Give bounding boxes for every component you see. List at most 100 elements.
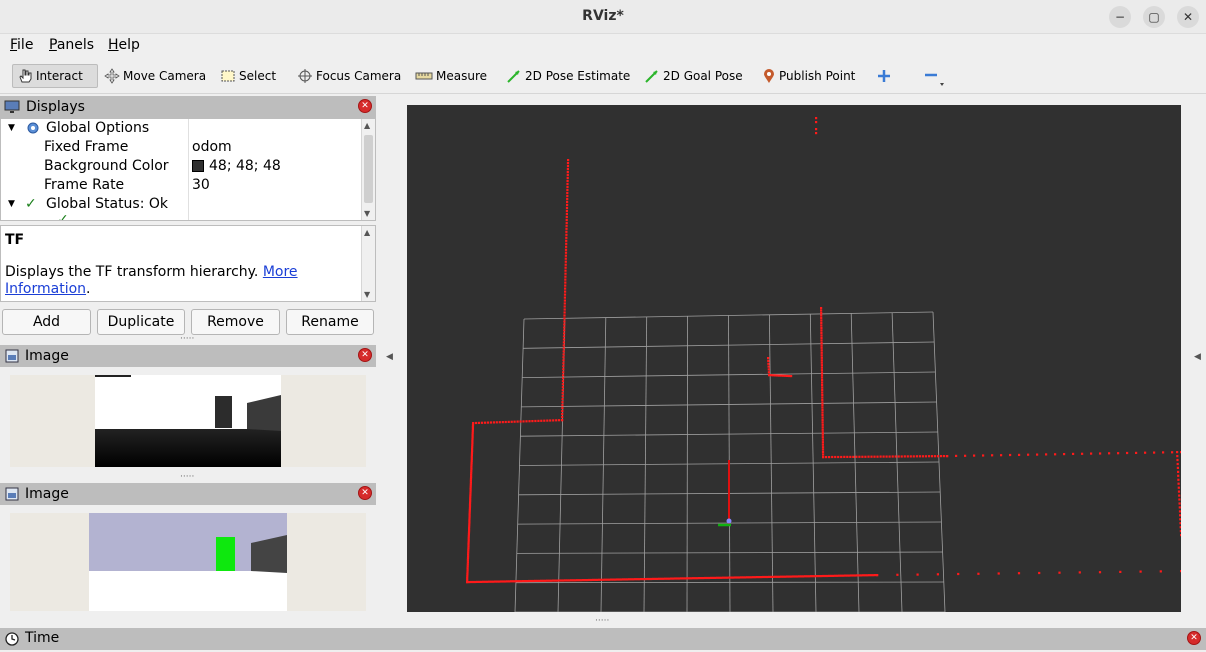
- scan-point: [870, 574, 873, 577]
- crosshair-icon: [298, 69, 312, 83]
- scan-point: [870, 455, 873, 458]
- duplicate-display-button[interactable]: Duplicate: [97, 309, 185, 335]
- scan-point: [565, 245, 568, 248]
- window-titlebar[interactable]: RViz* − ▢ ✕: [0, 0, 1206, 34]
- maximize-button[interactable]: ▢: [1143, 6, 1165, 28]
- tree-scrollbar[interactable]: ▲ ▼: [361, 119, 375, 220]
- splitter-handle[interactable]: ·····: [595, 616, 609, 626]
- scan-point: [466, 563, 469, 566]
- scan-point: [760, 576, 763, 579]
- description-scrollbar[interactable]: ▲ ▼: [361, 226, 375, 301]
- background-color-value[interactable]: 48; 48; 48: [192, 158, 281, 174]
- tree-row-frame-rate[interactable]: Frame Rate 30: [1, 176, 363, 195]
- measure-tool-button[interactable]: Measure: [411, 64, 491, 88]
- menu-panels[interactable]: Panels: [49, 37, 94, 53]
- select-tool-button[interactable]: Select: [216, 64, 280, 88]
- close-panel-icon[interactable]: ✕: [358, 486, 372, 500]
- remove-tool-button[interactable]: [918, 64, 950, 88]
- background-color-label: Background Color: [44, 158, 169, 174]
- scan-point: [724, 576, 727, 579]
- image-panel-1-header[interactable]: Image ✕: [0, 345, 376, 367]
- interact-tool-button[interactable]: Interact: [12, 64, 98, 88]
- close-panel-icon[interactable]: ✕: [1187, 631, 1201, 645]
- scan-point: [566, 173, 569, 177]
- tree-row-background-color[interactable]: Background Color 48; 48; 48: [1, 157, 363, 176]
- image-view-2[interactable]: [10, 513, 366, 611]
- more-information-link-part2[interactable]: Information: [5, 281, 86, 297]
- menu-file[interactable]: File: [10, 37, 33, 53]
- scan-point: [1027, 453, 1030, 456]
- scan-point: [1081, 452, 1084, 455]
- goal-pose-tool-button[interactable]: 2D Goal Pose: [640, 64, 747, 88]
- scan-point: [572, 579, 575, 582]
- scan-point: [767, 357, 770, 360]
- scan-point: [821, 411, 824, 414]
- scan-point: [471, 426, 474, 429]
- menu-help[interactable]: Help: [108, 37, 140, 53]
- time-panel-header[interactable]: Time ✕: [0, 628, 1206, 650]
- tree-row-global-status[interactable]: ▼ ✓ Global Status: Ok: [1, 195, 363, 214]
- splitter-handle[interactable]: ·····: [180, 334, 194, 344]
- scan-point: [543, 419, 546, 422]
- frame-rate-value[interactable]: 30: [192, 177, 210, 193]
- scan-point: [468, 525, 471, 528]
- publish-point-tool-button[interactable]: Publish Point: [758, 64, 859, 88]
- remove-display-button[interactable]: Remove: [191, 309, 280, 335]
- splitter-handle[interactable]: ·····: [180, 472, 194, 482]
- global-options-label: Global Options: [46, 120, 150, 136]
- scan-point: [820, 376, 824, 379]
- minimize-button[interactable]: −: [1109, 6, 1131, 28]
- scroll-down-icon[interactable]: ▼: [364, 209, 370, 218]
- scan-point: [1176, 451, 1179, 454]
- close-window-button[interactable]: ✕: [1177, 6, 1199, 28]
- scan-point: [565, 227, 568, 230]
- scan-point: [821, 413, 824, 416]
- scroll-thumb[interactable]: [364, 135, 373, 203]
- camera-image: [89, 513, 287, 611]
- expand-arrow-icon[interactable]: ▼: [8, 199, 15, 209]
- scan-point: [716, 576, 719, 579]
- scroll-up-icon[interactable]: ▲: [364, 121, 370, 130]
- scan-point: [540, 579, 543, 582]
- more-information-link-part1[interactable]: More: [263, 264, 298, 280]
- rename-display-button[interactable]: Rename: [286, 309, 374, 335]
- scan-point: [565, 242, 568, 245]
- scan-point: [873, 455, 876, 458]
- image-view-1[interactable]: [10, 375, 366, 467]
- scroll-up-icon[interactable]: ▲: [364, 228, 370, 237]
- scan-point: [708, 576, 711, 580]
- move-camera-tool-button[interactable]: Move Camera: [100, 64, 210, 88]
- scan-point: [786, 374, 789, 377]
- scan-point: [472, 580, 475, 584]
- scan-point: [710, 576, 713, 579]
- render-3d-view[interactable]: [407, 105, 1183, 613]
- scan-point: [668, 577, 671, 580]
- close-panel-icon[interactable]: ✕: [358, 99, 372, 113]
- focus-camera-tool-button[interactable]: Focus Camera: [293, 64, 405, 88]
- scan-point: [563, 320, 566, 323]
- green-arrow-icon: [507, 70, 520, 83]
- collapse-left-dock-icon[interactable]: ◀: [386, 352, 393, 362]
- tree-row-fixed-frame[interactable]: Fixed Frame odom: [1, 138, 363, 157]
- scan-point: [566, 179, 569, 183]
- scroll-down-icon[interactable]: ▼: [364, 290, 370, 299]
- scan-point: [740, 576, 743, 579]
- image-panel-2-header[interactable]: Image ✕: [0, 483, 376, 505]
- scan-point: [1058, 571, 1061, 574]
- scan-point: [472, 422, 475, 425]
- scan-point: [564, 284, 567, 287]
- scan-point: [566, 203, 569, 206]
- add-tool-button[interactable]: [872, 64, 896, 88]
- close-panel-icon[interactable]: ✕: [358, 348, 372, 362]
- expand-arrow-icon[interactable]: ▼: [8, 123, 15, 133]
- description-body: Displays the TF transform hierarchy. Mor…: [5, 264, 361, 298]
- fixed-frame-value[interactable]: odom: [192, 139, 232, 155]
- expand-right-dock-icon[interactable]: ◀: [1194, 352, 1201, 362]
- scan-point: [469, 483, 472, 486]
- scan-point: [467, 533, 470, 536]
- add-display-button[interactable]: Add: [2, 309, 91, 335]
- scan-point: [476, 580, 479, 583]
- displays-panel-header[interactable]: Displays ✕: [0, 96, 376, 118]
- tree-row-global-options[interactable]: ▼ Global Options: [1, 119, 363, 138]
- pose-estimate-tool-button[interactable]: 2D Pose Estimate: [502, 64, 634, 88]
